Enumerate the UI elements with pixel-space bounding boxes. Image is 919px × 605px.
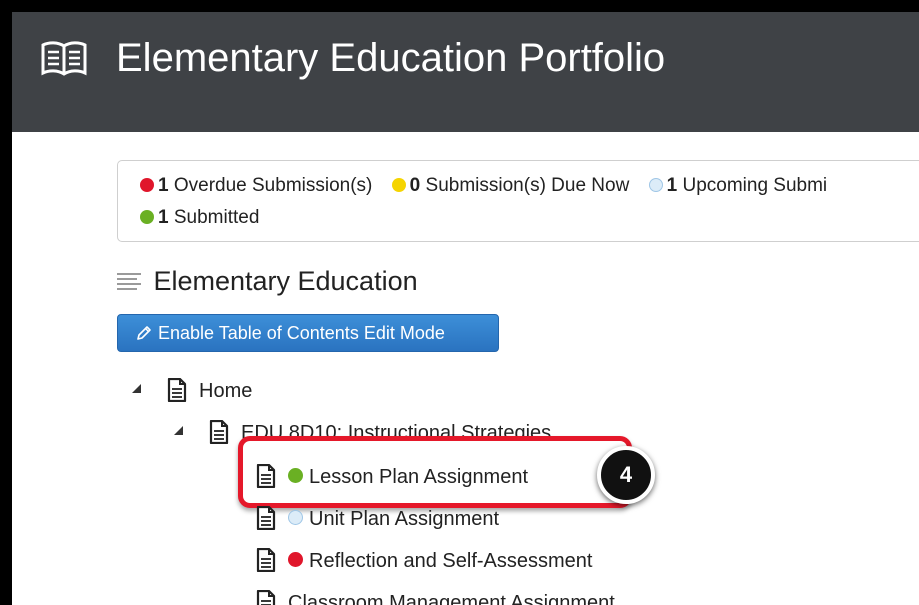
collapse-caret-icon[interactable] [132, 384, 141, 393]
list-icon [117, 273, 141, 290]
portfolio-header: Elementary Education Portfolio [12, 12, 919, 132]
tree-item-label: Classroom Management Assignment [288, 592, 615, 605]
step-number-badge: 4 [597, 446, 655, 504]
book-open-icon [41, 41, 87, 76]
tree-item-label: Unit Plan Assignment [309, 508, 500, 530]
document-icon [256, 464, 276, 488]
section-title: Elementary Education [153, 266, 418, 296]
portfolio-frame: Elementary Education Portfolio 1 Overdue… [12, 12, 919, 605]
tree-item-reflection[interactable]: Reflection and Self-Assessment [256, 546, 592, 576]
status-overdue: 1 Overdue Submission(s) [140, 175, 372, 197]
submitted-label: Submitted [173, 207, 260, 228]
due-now-count: 0 [409, 175, 421, 196]
document-icon [209, 420, 229, 444]
submission-status-summary: 1 Overdue Submission(s) 0 Submission(s) … [117, 160, 919, 242]
due-now-label: Submission(s) Due Now [425, 175, 630, 196]
enable-toc-edit-mode-label: Enable Table of Contents Edit Mode [158, 323, 445, 343]
tree-item-classroom-management[interactable]: Classroom Management Assignment [256, 588, 615, 605]
status-upcoming: 1 Upcoming Submi [648, 175, 828, 197]
upcoming-count: 1 [666, 175, 678, 196]
enable-toc-edit-mode-button[interactable]: Enable Table of Contents Edit Mode [117, 314, 499, 352]
tree-item-home[interactable]: Home [132, 376, 252, 406]
status-due-now: 0 Submission(s) Due Now [391, 175, 630, 197]
yellow-dot-icon [391, 178, 406, 192]
green-dot-icon [288, 468, 303, 483]
upcoming-label: Upcoming Submi [682, 175, 828, 196]
tree-item-label: Reflection and Self-Assessment [309, 550, 593, 572]
section-heading: Elementary Education [117, 266, 418, 297]
tree-item-lesson-plan[interactable]: Lesson Plan Assignment [256, 462, 528, 492]
status-line-2: 1 Submitted [140, 207, 273, 229]
submitted-count: 1 [158, 207, 169, 228]
tree-item-label: Lesson Plan Assignment [309, 466, 529, 488]
document-icon [256, 548, 276, 572]
document-icon [167, 378, 187, 402]
tree-item-home-label: Home [199, 380, 253, 402]
light-blue-dot-icon [648, 178, 663, 192]
status-submitted: 1 Submitted [140, 207, 259, 229]
green-dot-icon [140, 210, 154, 224]
light-blue-dot-icon [288, 510, 303, 525]
page-title: Elementary Education Portfolio [116, 36, 666, 80]
overdue-count: 1 [158, 175, 169, 196]
tree-item-unit-plan[interactable]: Unit Plan Assignment [256, 504, 499, 534]
status-line-1: 1 Overdue Submission(s) 0 Submission(s) … [140, 175, 841, 197]
red-dot-icon [288, 552, 303, 567]
overdue-label: Overdue Submission(s) [173, 175, 373, 196]
pencil-icon [137, 326, 151, 340]
collapse-caret-icon[interactable] [174, 426, 183, 435]
document-icon [256, 590, 276, 605]
red-dot-icon [140, 178, 154, 192]
document-icon [256, 506, 276, 530]
